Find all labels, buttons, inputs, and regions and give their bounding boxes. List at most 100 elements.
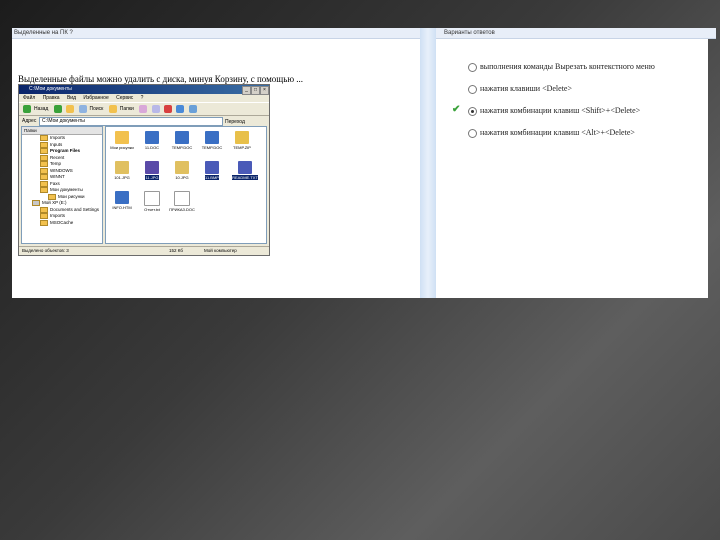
question-text: Выделенные файлы можно удалить с диска, … — [18, 74, 304, 84]
image-file-icon — [115, 161, 129, 174]
forward-arrow-icon[interactable] — [53, 104, 62, 113]
answer-text: нажатия комбинации клавиш <Shift>+<Delet… — [480, 106, 641, 115]
pane-divider — [420, 28, 436, 298]
folder-icon — [40, 219, 48, 226]
text-file-icon — [144, 191, 160, 206]
checkmark-icon: ✔ — [452, 104, 461, 115]
menu-file[interactable]: Файл — [23, 95, 35, 101]
file-item-selected[interactable]: 11.JPG — [138, 161, 166, 187]
folders-icon[interactable] — [108, 104, 117, 113]
tree-item-label: Documents and Settings — [50, 206, 100, 212]
doc-file-icon — [175, 131, 189, 144]
image-file-icon — [205, 161, 219, 174]
answer-option-selected[interactable]: ✔ нажатия комбинации клавиш <Shift>+<Del… — [452, 104, 704, 126]
menu-bar: Файл Правка Вид Избранное Сервис ? — [19, 94, 269, 102]
answer-list: выполнения команды Вырезать контекстного… — [452, 60, 704, 148]
file-label: Отчет.txt — [144, 207, 160, 212]
folder-icon — [115, 131, 129, 144]
file-label: TEMP.ZIP — [233, 145, 251, 150]
zip-file-icon — [235, 131, 249, 144]
file-label: INFO.HTM — [112, 205, 132, 210]
minimize-icon[interactable]: _ — [242, 86, 251, 95]
drive-icon — [32, 200, 40, 206]
folder-icon — [40, 135, 48, 141]
folder-tree-header: Папки — [22, 127, 102, 135]
radio-button[interactable] — [468, 85, 477, 94]
question-header: Выделенные на ПК ? — [12, 28, 422, 39]
status-size: 152 Кб — [169, 248, 183, 253]
file-label: README.TXT — [232, 175, 258, 180]
file-label: 10.JPG — [175, 175, 189, 180]
search-button[interactable]: Поиск — [90, 106, 104, 112]
maximize-icon[interactable]: □ — [251, 86, 260, 95]
menu-favorites[interactable]: Избранное — [83, 95, 108, 101]
image-file-icon — [175, 161, 189, 174]
copy-to-icon[interactable] — [151, 104, 160, 113]
answer-text: выполнения команды Вырезать контекстного… — [480, 62, 655, 71]
folder-icon — [40, 141, 48, 148]
file-item[interactable]: 11.DOC — [138, 131, 166, 157]
folder-icon — [40, 180, 48, 187]
file-item-selected[interactable]: 11.BMP — [198, 161, 226, 187]
menu-tools[interactable]: Сервис — [116, 95, 133, 101]
tree-item-label: Imports — [50, 213, 66, 219]
tree-item[interactable]: MSOCache — [22, 219, 102, 227]
radio-button-selected[interactable] — [468, 107, 477, 116]
address-bar: Адрес C:\Мои документы Переход — [19, 116, 269, 126]
html-file-icon — [115, 191, 129, 204]
menu-view[interactable]: Вид — [67, 95, 76, 101]
file-item[interactable]: Отчет.txt — [138, 191, 166, 217]
address-input[interactable]: C:\Мои документы — [39, 117, 223, 126]
folder-icon — [40, 187, 48, 193]
undo-icon[interactable] — [176, 104, 185, 113]
move-to-icon[interactable] — [139, 104, 148, 113]
menu-help[interactable]: ? — [141, 95, 144, 101]
answer-option[interactable]: нажатия комбинации клавиш <Alt>+<Delete> — [468, 126, 704, 148]
folder-icon — [40, 161, 48, 167]
file-label: 11.BMP — [205, 175, 219, 180]
answer-option[interactable]: выполнения команды Вырезать контекстного… — [468, 60, 704, 82]
file-item[interactable]: INFO.HTM — [108, 191, 136, 217]
file-label: 11.DOC — [144, 145, 160, 150]
file-label: ПРИКАЗ.DOC — [169, 207, 195, 212]
status-location: Мой компьютер — [204, 248, 237, 253]
file-item-selected[interactable]: README.TXT — [228, 161, 262, 187]
image-file-icon — [145, 161, 159, 174]
address-label: Адрес — [22, 118, 37, 124]
toolbar: Назад Поиск Папки — [19, 102, 269, 116]
text-file-icon — [238, 161, 252, 174]
views-icon[interactable] — [188, 104, 197, 113]
answer-text: нажатия комбинации клавиш <Alt>+<Delete> — [480, 128, 635, 137]
back-arrow-icon[interactable] — [23, 104, 31, 113]
file-label: Мои рисунки — [110, 145, 134, 150]
file-item[interactable]: TEMP.DOC — [168, 131, 196, 157]
file-item[interactable]: ПРИКАЗ.DOC — [168, 191, 196, 217]
file-label: 101.JPG — [114, 175, 130, 180]
folders-button[interactable]: Папки — [120, 106, 134, 112]
tree-item-label: Faxs — [50, 180, 60, 186]
file-item[interactable]: TEMP.DOC — [198, 131, 226, 157]
back-button[interactable]: Назад — [34, 106, 48, 112]
doc-file-icon — [145, 131, 159, 144]
close-icon[interactable]: × — [260, 86, 269, 95]
radio-button[interactable] — [468, 129, 477, 138]
tree-item-label: Temp — [50, 161, 62, 167]
answers-header: Варианты ответов — [436, 28, 716, 39]
menu-edit[interactable]: Правка — [43, 95, 60, 101]
answers-pane: Варианты ответов выполнения команды Выре… — [436, 28, 716, 298]
file-item[interactable]: Мои рисунки — [108, 131, 136, 157]
slide-band: Выделенные на ПК ? Выделенные файлы можн… — [12, 28, 716, 298]
status-selected-count: Выделено объектов: 3 — [22, 248, 69, 253]
folder-icon — [40, 148, 48, 154]
file-list: Мои рисунки 11.DOC TEMP.DOC TEMP.DOC TEM… — [105, 126, 267, 244]
delete-icon[interactable] — [163, 104, 172, 113]
tree-item-label: WINNT — [50, 174, 65, 180]
file-item[interactable]: TEMP.ZIP — [228, 131, 256, 157]
file-item[interactable]: 10.JPG — [168, 161, 196, 187]
explorer-title: C:\Мои документы _ □ × — [19, 85, 269, 95]
up-folder-icon[interactable] — [66, 104, 75, 113]
search-icon[interactable] — [78, 104, 87, 113]
file-item[interactable]: 101.JPG — [108, 161, 136, 187]
radio-button[interactable] — [468, 63, 477, 72]
answer-option[interactable]: нажатия клавиши <Delete> — [468, 82, 704, 104]
